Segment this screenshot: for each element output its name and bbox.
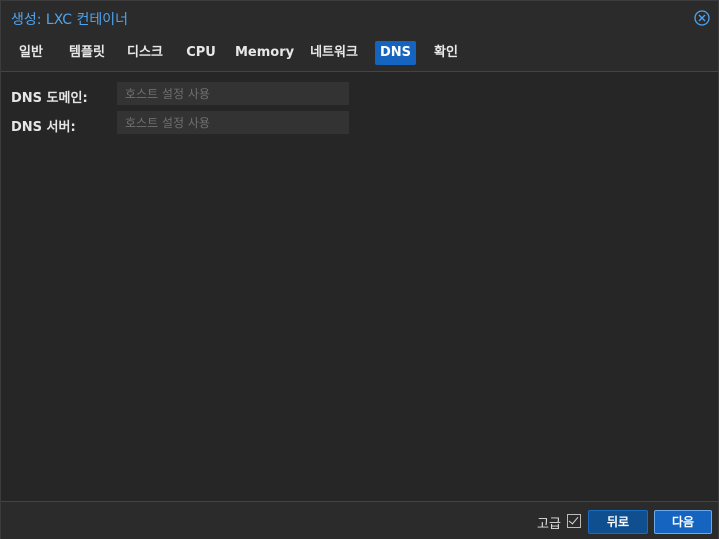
wizard-tabs: 일반 템플릿 디스크 CPU Memory 네트워크 DNS 확인 [1,35,718,72]
tab-dns[interactable]: DNS [375,41,416,65]
dialog-footer: 고급 뒤로 다음 [1,501,718,539]
tab-template[interactable]: 템플릿 [63,41,111,65]
dialog-title: 생성: LXC 컨테이너 [11,12,129,28]
tab-confirm[interactable]: 확인 [427,41,465,65]
dialog-titlebar: 생성: LXC 컨테이너 [1,1,718,35]
tab-cpu[interactable]: CPU [182,41,220,65]
tab-memory[interactable]: Memory [235,41,294,65]
dns-server-label: DNS 서버: [11,120,76,135]
tab-general[interactable]: 일반 [13,41,49,65]
dns-domain-input[interactable] [117,82,349,105]
back-button[interactable]: 뒤로 [588,510,648,534]
next-button[interactable]: 다음 [654,510,712,534]
advanced-checkbox[interactable] [567,514,581,528]
close-icon[interactable] [694,10,710,26]
tab-network[interactable]: 네트워크 [305,41,363,65]
tab-disk[interactable]: 디스크 [123,41,167,65]
dns-server-input[interactable] [117,111,349,134]
dns-domain-label: DNS 도메인: [11,91,88,106]
create-lxc-dialog: 생성: LXC 컨테이너 일반 템플릿 디스크 CPU Memory 네트워크 … [0,0,719,539]
advanced-label: 고급 [537,517,561,532]
dns-form-panel: DNS 도메인: DNS 서버: [1,72,718,501]
